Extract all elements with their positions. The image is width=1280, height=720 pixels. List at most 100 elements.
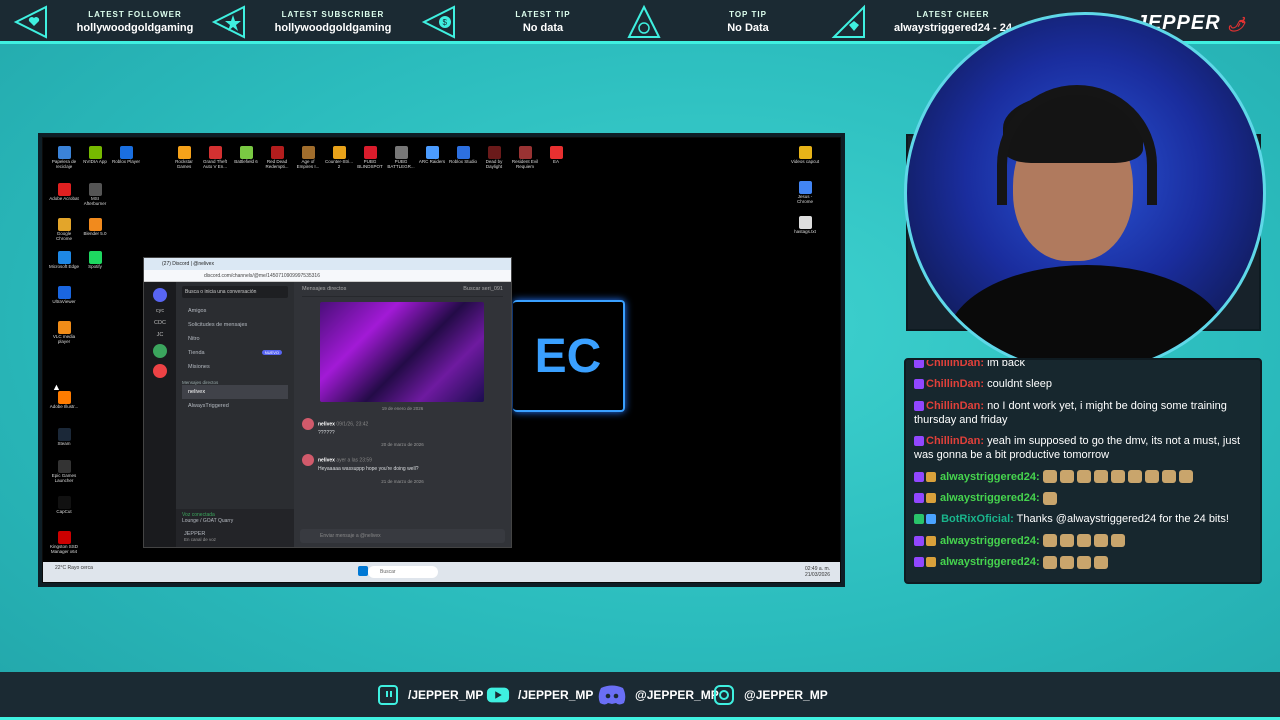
desktop-icon[interactable]: Google Chrome (49, 218, 79, 242)
sub-badge-icon (914, 493, 924, 504)
desktop-icon[interactable]: hastags.txt (790, 216, 820, 235)
browser-tab[interactable]: (27) Discord | @nelivex (144, 258, 511, 270)
social-twitch[interactable]: /JEPPER_MP (376, 684, 483, 706)
chat-line: alwaystriggered24: (914, 555, 1252, 569)
discord-icon (597, 684, 627, 706)
dm-item-nelivex[interactable]: nelivex (182, 385, 288, 399)
server-list: cyc CDC JC (144, 282, 176, 547)
windows-start-icon[interactable] (358, 566, 368, 576)
latest-cheer-title: LATEST CHEER (916, 10, 990, 19)
server-cdc[interactable]: CDC (144, 320, 176, 326)
chat-username[interactable]: alwaystriggered24: (940, 492, 1040, 504)
desktop-icon[interactable]: Age of Empires I... (293, 146, 323, 170)
discord-home-icon[interactable] (153, 288, 167, 302)
desktop-icon[interactable]: PUBG BLINDSPOT (355, 146, 385, 170)
desktop-icon[interactable]: Grand Theft Auto V En... (200, 146, 230, 170)
desktop-icon[interactable]: Counter-Stri... 2 (324, 146, 354, 170)
social-youtube[interactable]: /JEPPER_MP (486, 684, 593, 706)
menu-nitro[interactable]: Nitro (182, 332, 288, 346)
social-discord[interactable]: @JEPPER_MP (597, 684, 719, 706)
desktop-icon[interactable]: Spotify (80, 251, 110, 270)
chat-username[interactable]: ChillinDan: (926, 435, 984, 447)
desktop-icon[interactable]: Blender 5.0 (80, 218, 110, 237)
dm-item-alwaystriggered[interactable]: AlwaysTriggered (182, 399, 288, 413)
app-icon (57, 183, 71, 196)
chat-username[interactable]: alwaystriggered24: (940, 556, 1040, 568)
chat-search-input[interactable]: Buscar seri_091 (463, 286, 503, 292)
weather-widget[interactable]: 22°C Rayo cerca (55, 565, 93, 571)
desktop-icon[interactable]: Roblox Player (111, 146, 141, 165)
desktop-icon[interactable]: Kingston SSD Manager x64 (49, 531, 79, 555)
desktop-icon-label: Battlefield 6 (234, 159, 258, 164)
desktop-icon[interactable]: Adobe Acrobat (49, 183, 79, 202)
desktop-icon[interactable]: Battlefield 6 (231, 146, 261, 165)
desktop-icon[interactable]: VLC media player (49, 321, 79, 345)
server-icon[interactable] (153, 364, 167, 378)
browser-address-bar[interactable]: discord.com/channels/@me/145071090999753… (144, 270, 511, 282)
social-instagram[interactable]: @JEPPER_MP (712, 684, 828, 706)
desktop-icon[interactable]: Adobe Illustr... (49, 391, 79, 410)
desktop-icon[interactable]: Rockstar Games (169, 146, 199, 170)
avatar[interactable] (302, 454, 314, 466)
desktop-icon[interactable]: EA (541, 146, 571, 165)
server-icon[interactable] (153, 344, 167, 358)
desktop-icon[interactable]: Red Dead Redempti... (262, 146, 292, 170)
avatar[interactable] (302, 418, 314, 430)
chat-username[interactable]: BotRixOficial: (941, 513, 1014, 525)
desktop-icon[interactable]: Jesus - Chrome (790, 181, 820, 205)
desktop-icon[interactable]: Dead by Daylight (479, 146, 509, 170)
date-divider: 21 de marzo de 2026 (381, 479, 424, 484)
chat-line: alwaystriggered24: (914, 491, 1252, 505)
desktop-icon-label: Grand Theft Auto V En... (202, 159, 227, 169)
server-jc[interactable]: JC (144, 332, 176, 338)
menu-quests[interactable]: Misiones (182, 360, 288, 374)
server-cyc[interactable]: cyc (144, 308, 176, 314)
desktop-icon[interactable]: Resident Evil Requiem (510, 146, 540, 170)
sub-badge-icon (914, 436, 924, 447)
latest-subscriber-value: hollywoodgoldgaming (274, 22, 392, 34)
menu-message-requests[interactable]: Solicitudes de mensajes (182, 318, 288, 332)
desktop-icon-label: Google Chrome (55, 231, 72, 241)
message-author[interactable]: nelivex (318, 457, 335, 463)
taskbar-search[interactable]: Buscar (368, 566, 438, 578)
dm-search-input[interactable]: Busca o inicia una conversación (182, 286, 288, 298)
desktop-icon[interactable]: PUBG BATTLEGR... (386, 146, 416, 170)
app-icon (363, 146, 377, 159)
chat-username[interactable]: ChillinDan: (926, 400, 984, 412)
desktop-icon-label: NVIDIA App (83, 159, 107, 164)
desktop-icon[interactable]: Papelera de reciclaje (49, 146, 79, 170)
desktop-icon[interactable]: CapCut (49, 496, 79, 515)
desktop-icon[interactable]: NVIDIA App (80, 146, 110, 165)
discord-browser-window[interactable]: (27) Discord | @nelivex discord.com/chan… (143, 257, 512, 548)
menu-shop[interactable]: Tienda NUEVO (182, 346, 288, 360)
desktop-icon[interactable]: Epic Games Launcher (49, 460, 79, 484)
app-icon (57, 531, 71, 544)
emote-icon (1042, 491, 1057, 505)
shared-image[interactable] (320, 302, 484, 402)
desktop-icon[interactable]: Roblox Studio (448, 146, 478, 165)
desktop-icon[interactable]: Steam (49, 428, 79, 447)
chat-line: alwaystriggered24: (914, 470, 1252, 484)
emote-icon (1059, 534, 1074, 548)
voice-panel: Voz conectada Lounge / GOAT Quarry (176, 509, 294, 527)
desktop-icon[interactable]: Microsoft Edge (49, 251, 79, 270)
app-icon (487, 146, 501, 159)
chat-username[interactable]: ChillinDan: (926, 360, 984, 369)
chat-username[interactable]: alwaystriggered24: (940, 471, 1040, 483)
voice-channel[interactable]: Lounge / GOAT Quarry (182, 518, 288, 524)
desktop-icon[interactable]: Videos capcut (790, 146, 820, 165)
chat-line: ChillinDan: no I dont work yet, i might … (914, 399, 1252, 428)
message-input[interactable]: Enviar mensaje a @nelivex (300, 529, 505, 543)
chat-username[interactable]: alwaystriggered24: (940, 535, 1040, 547)
chat-username[interactable]: ChillinDan: (926, 378, 984, 390)
desktop-icon[interactable]: ARC Raiders (417, 146, 447, 165)
bits-badge-icon (926, 471, 936, 482)
desktop-icon[interactable]: MSI Afterburner (80, 183, 110, 207)
system-clock[interactable]: 02:49 a. m. 21/03/2026 (805, 566, 830, 578)
desktop-icon-label: Microsoft Edge (49, 264, 80, 269)
desktop-icon[interactable]: UltraViewer (49, 286, 79, 305)
emote-icon (1042, 470, 1057, 484)
desktop-icon-label: Epic Games Launcher (51, 473, 77, 483)
menu-friends[interactable]: Amigos (182, 304, 288, 318)
message-author[interactable]: nelivex (318, 421, 335, 427)
